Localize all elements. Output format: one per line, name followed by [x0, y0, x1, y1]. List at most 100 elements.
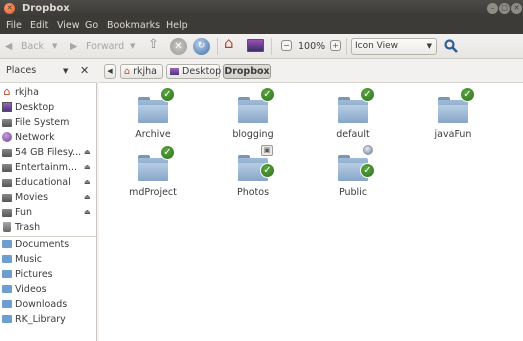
zoom-level: 100% [298, 41, 326, 52]
window-minimize-button[interactable]: – [487, 3, 498, 14]
eject-icon[interactable]: ⏏ [84, 145, 91, 160]
file-view: ✓ Archive ✓ blogging ✓ default ✓ javaFun… [99, 83, 523, 341]
menu-go[interactable]: Go [85, 17, 98, 34]
back-icon: ◀ [5, 41, 13, 52]
folder-default[interactable]: ✓ default [313, 87, 393, 147]
folder-blogging[interactable]: ✓ blogging [213, 87, 293, 147]
folder-icon [2, 285, 12, 293]
forward-history-icon[interactable]: ▼ [130, 39, 135, 54]
breadcrumb-dropbox[interactable]: Dropbox [223, 64, 271, 79]
toolbar-separator-2 [271, 38, 272, 55]
folder-mdproject[interactable]: ✓ mdProject [113, 145, 193, 205]
sidebar-item-54gb[interactable]: 54 GB Filesy... ⏏ [0, 145, 97, 160]
drive-icon [2, 179, 12, 187]
home-icon: ⌂ [3, 85, 11, 98]
up-icon[interactable]: ⇧ [148, 37, 159, 52]
folder-icon [2, 270, 12, 278]
globe-icon [363, 145, 373, 155]
sidebar-item-music[interactable]: Music [0, 252, 97, 267]
breadcrumb-desktop[interactable]: Desktop [166, 64, 221, 79]
forward-icon: ▶ [70, 41, 78, 52]
folder-photos[interactable]: ▣ ✓ Photos [213, 145, 293, 205]
close-sidebar-icon[interactable]: ✕ [80, 60, 89, 82]
places-title: Places [6, 65, 37, 76]
drive-icon [2, 194, 12, 202]
folder-public[interactable]: ✓ Public [313, 145, 393, 205]
desktop-icon [170, 68, 179, 75]
computer-icon[interactable] [247, 39, 264, 52]
chevron-down-icon: ▼ [426, 42, 432, 50]
drive-icon [2, 209, 12, 217]
folder-archive[interactable]: ✓ Archive [113, 87, 193, 147]
sidebar-item-movies[interactable]: Movies ⏏ [0, 190, 97, 205]
folder-icon [2, 240, 12, 248]
folder-icon [2, 300, 12, 308]
folder-icon [2, 255, 12, 263]
toolbar-separator [217, 38, 218, 55]
breadcrumb-rkjha[interactable]: ⌂ rkjha [120, 64, 163, 79]
zoom-out-icon[interactable]: − [281, 40, 292, 51]
menu-bookmarks[interactable]: Bookmarks [107, 17, 160, 34]
sync-check-icon: ✓ [360, 87, 375, 102]
menu-help[interactable]: Help [166, 17, 188, 34]
sidebar-item-trash[interactable]: Trash [0, 220, 97, 235]
eject-icon[interactable]: ⏏ [84, 205, 91, 220]
drive-icon [2, 149, 12, 157]
eject-icon[interactable]: ⏏ [84, 190, 91, 205]
view-mode-value: Icon View [355, 41, 399, 51]
reload-icon[interactable]: ↻ [193, 38, 210, 55]
toolbar: ◀ Back ▼ ▶ Forward ▼ ⇧ ✕ ↻ ⌂ − 100% + [0, 34, 523, 59]
menu-view[interactable]: View [57, 17, 80, 34]
window-maximize-button[interactable]: □ [499, 3, 510, 14]
stop-icon[interactable]: ✕ [170, 38, 187, 55]
sync-check-icon: ✓ [160, 87, 175, 102]
trash-icon [3, 222, 11, 232]
eject-icon[interactable]: ⏏ [84, 175, 91, 190]
window-title: Dropbox [22, 3, 70, 14]
search-icon[interactable] [444, 39, 458, 53]
home-icon: ⌂ [124, 66, 131, 77]
back-history-icon[interactable]: ▼ [52, 39, 57, 54]
sidebar: ⌂ rkjha Desktop File System Network 54 G… [0, 83, 97, 341]
sidebar-item-educational[interactable]: Educational ⏏ [0, 175, 97, 190]
breadcrumb-back-icon[interactable]: ◀ [104, 64, 116, 79]
sidebar-item-documents[interactable]: Documents [0, 237, 97, 252]
sync-check-icon: ✓ [360, 163, 375, 178]
sidebar-item-desktop[interactable]: Desktop [0, 100, 97, 115]
home-icon[interactable]: ⌂ [224, 36, 234, 51]
sync-check-icon: ✓ [260, 87, 275, 102]
sidebar-item-entertainment[interactable]: Entertainm... ⏏ [0, 160, 97, 175]
sidebar-item-videos[interactable]: Videos [0, 282, 97, 297]
sync-check-icon: ✓ [260, 163, 275, 178]
places-menu-chevron-icon[interactable]: ▼ [63, 60, 68, 82]
sidebar-item-home[interactable]: ⌂ rkjha [0, 85, 97, 100]
view-mode-select[interactable]: Icon View ▼ [351, 38, 437, 55]
sidebar-item-network[interactable]: Network [0, 130, 97, 145]
sidebar-item-pictures[interactable]: Pictures [0, 267, 97, 282]
window-close-button[interactable]: ✕ [4, 3, 15, 14]
eject-icon[interactable]: ⏏ [84, 160, 91, 175]
sync-check-icon: ✓ [160, 145, 175, 160]
window-extra-close-button[interactable]: ✕ [511, 3, 522, 14]
back-button[interactable]: Back [21, 39, 44, 54]
desktop-icon [2, 102, 12, 112]
breadcrumb: ◀ ⌂ rkjha Desktop Dropbox [99, 60, 523, 83]
menu-file[interactable]: File [6, 17, 22, 34]
menubar: File Edit View Go Bookmarks Help [0, 17, 523, 34]
places-header: Places ▼ ✕ [0, 60, 97, 83]
sidebar-item-fun[interactable]: Fun ⏏ [0, 205, 97, 220]
sidebar-item-file-system[interactable]: File System [0, 115, 97, 130]
zoom-in-icon[interactable]: + [330, 40, 341, 51]
sidebar-item-rk-library[interactable]: RK_Library [0, 312, 97, 327]
drive-icon [2, 164, 12, 172]
camera-icon: ▣ [261, 145, 273, 156]
forward-button[interactable]: Forward [86, 39, 124, 54]
folder-icon [2, 315, 12, 323]
sidebar-item-downloads[interactable]: Downloads [0, 297, 97, 312]
drive-icon [2, 119, 12, 127]
toolbar-separator-3 [346, 38, 347, 55]
sync-check-icon: ✓ [460, 87, 475, 102]
menu-edit[interactable]: Edit [30, 17, 48, 34]
network-icon [2, 132, 12, 142]
folder-javafun[interactable]: ✓ javaFun [413, 87, 493, 147]
